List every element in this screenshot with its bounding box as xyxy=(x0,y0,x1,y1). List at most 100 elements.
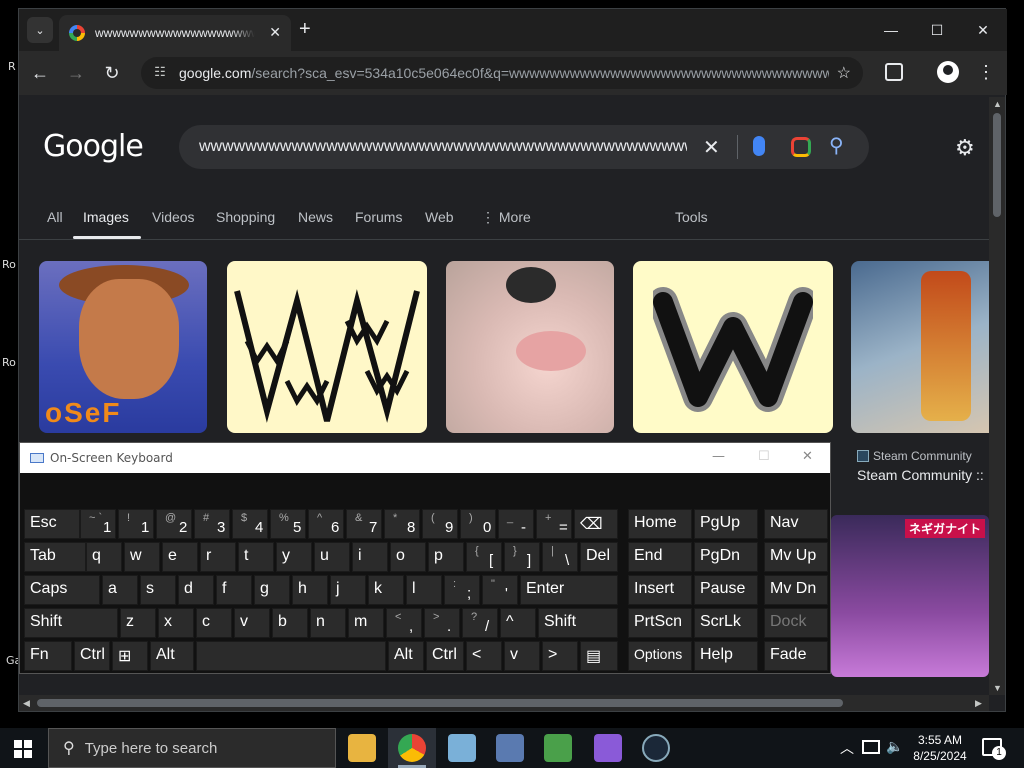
key[interactable]: " ' xyxy=(482,575,518,605)
key[interactable]: Ctrl xyxy=(426,641,464,671)
key[interactable]: r xyxy=(200,542,236,572)
key[interactable]: _ - xyxy=(498,509,534,539)
key[interactable]: #3 xyxy=(194,509,230,539)
tab-videos[interactable]: Videos xyxy=(152,209,195,225)
key[interactable]: ⊞ xyxy=(112,641,148,671)
back-icon[interactable]: ← xyxy=(27,61,53,85)
key[interactable]: Options xyxy=(628,641,692,671)
key[interactable]: o xyxy=(390,542,426,572)
taskbar-search[interactable]: ⚲ Type here to search xyxy=(48,728,336,768)
key[interactable]: {[ xyxy=(466,542,502,572)
active-tab[interactable]: wwwwwwwwwwwwwwwwwwwwwwwwwwwwwwwwwwwwww ✕ xyxy=(59,15,291,51)
scroll-left-icon[interactable]: ◀ xyxy=(23,698,30,709)
key[interactable]: ^ 6 xyxy=(308,509,344,539)
key[interactable]: @2 xyxy=(156,509,192,539)
key[interactable]: Enter xyxy=(520,575,618,605)
search-icon[interactable]: ⚲ xyxy=(829,133,844,158)
image-result[interactable]: ネギガナイト xyxy=(831,515,989,677)
tab-forums[interactable]: Forums xyxy=(355,209,402,225)
key[interactable]: ScrLk xyxy=(694,608,758,638)
clear-icon[interactable]: ✕ xyxy=(703,135,720,160)
close-window-button[interactable]: ✕ xyxy=(963,17,1003,43)
key[interactable]: d xyxy=(178,575,214,605)
key[interactable]: e xyxy=(162,542,198,572)
key[interactable]: ⌫ xyxy=(574,509,618,539)
key[interactable]: Ctrl xyxy=(74,641,110,671)
key[interactable]: l xyxy=(406,575,442,605)
key[interactable]: + = xyxy=(536,509,572,539)
tab-shopping[interactable]: Shopping xyxy=(216,209,275,225)
key[interactable]: g xyxy=(254,575,290,605)
search-box[interactable]: wwwwwwwwwwwwwwwwwwwwwwwwwwwwwwwwwwwwwwww… xyxy=(179,125,869,169)
key[interactable]: h xyxy=(292,575,328,605)
image-result[interactable]: oSeF xyxy=(39,261,207,433)
key[interactable]: <, xyxy=(386,608,422,638)
key[interactable]: $4 xyxy=(232,509,268,539)
key[interactable]: :; xyxy=(444,575,480,605)
key[interactable]: Home xyxy=(628,509,692,539)
site-info-icon[interactable]: ☷ xyxy=(151,64,169,82)
tab-web[interactable]: Web xyxy=(425,209,454,225)
key[interactable]: k xyxy=(368,575,404,605)
key[interactable]: }] xyxy=(504,542,540,572)
key[interactable]: f xyxy=(216,575,252,605)
key[interactable]: s xyxy=(140,575,176,605)
address-bar[interactable]: ☷ google.com/search?sca_esv=534a10c5e064… xyxy=(141,57,863,89)
key[interactable]: ? / xyxy=(462,608,498,638)
extensions-icon[interactable] xyxy=(885,63,903,81)
profile-icon[interactable] xyxy=(937,61,959,83)
key[interactable]: Tab xyxy=(24,542,86,572)
new-tab-button[interactable]: + xyxy=(299,19,311,39)
maximize-button[interactable]: ☐ xyxy=(917,17,957,43)
key[interactable]: & 7 xyxy=(346,509,382,539)
tools-button[interactable]: Tools xyxy=(675,209,708,225)
volume-muted-icon[interactable]: 🔈 xyxy=(886,738,903,755)
close-button[interactable]: ✕ xyxy=(802,449,813,464)
maximize-button[interactable]: ☐ xyxy=(758,449,770,464)
scrollbar-thumb[interactable] xyxy=(993,113,1001,217)
key[interactable]: j xyxy=(330,575,366,605)
key[interactable]: Mv Dn xyxy=(764,575,828,605)
key[interactable]: Dock xyxy=(764,608,828,638)
microphone-icon[interactable] xyxy=(753,136,765,156)
key[interactable]: Fn xyxy=(24,641,72,671)
clock[interactable]: 3:55 AM 8/25/2024 xyxy=(908,732,972,764)
result-source[interactable]: Steam Community xyxy=(857,449,972,463)
key[interactable]: u xyxy=(314,542,350,572)
key[interactable]: End xyxy=(628,542,692,572)
tab-images[interactable]: Images xyxy=(83,209,129,225)
key[interactable]: Alt xyxy=(150,641,194,671)
vertical-scrollbar[interactable]: ▲ ▼ xyxy=(989,97,1005,695)
scroll-down-icon[interactable]: ▼ xyxy=(993,683,1002,693)
key[interactable]: c xyxy=(196,608,232,638)
notepad-icon[interactable] xyxy=(448,734,476,762)
google-lens-icon[interactable] xyxy=(791,137,811,157)
settings-gear-icon[interactable]: ⚙ xyxy=(955,135,975,161)
bookmark-star-icon[interactable]: ☆ xyxy=(837,63,851,83)
key[interactable]: Fade xyxy=(764,641,828,671)
key[interactable]: i xyxy=(352,542,388,572)
key[interactable]: Help xyxy=(694,641,758,671)
key[interactable]: b xyxy=(272,608,308,638)
minimize-button[interactable]: — xyxy=(871,17,911,43)
image-result[interactable] xyxy=(446,261,614,433)
key[interactable]: Alt xyxy=(388,641,424,671)
google-logo[interactable]: Google xyxy=(43,129,144,164)
key[interactable]: Shift xyxy=(538,608,618,638)
windows-start-icon[interactable] xyxy=(14,740,32,758)
key[interactable]: ~ ` 1 xyxy=(80,509,116,539)
key[interactable] xyxy=(196,641,386,671)
search-input[interactable]: wwwwwwwwwwwwwwwwwwwwwwwwwwwwwwwwwwwwwwww… xyxy=(199,138,687,156)
key[interactable]: v xyxy=(504,641,540,671)
chrome-icon[interactable] xyxy=(398,734,426,762)
key[interactable]: PrtScn xyxy=(628,608,692,638)
tab-more[interactable]: ⋮ More xyxy=(481,209,531,226)
minimize-button[interactable]: — xyxy=(712,449,725,464)
key[interactable]: z xyxy=(120,608,156,638)
network-icon[interactable] xyxy=(862,740,880,754)
key[interactable]: w xyxy=(124,542,160,572)
key[interactable]: * 8 xyxy=(384,509,420,539)
key[interactable]: % 5 xyxy=(270,509,306,539)
tab-search-button[interactable]: ⌄ xyxy=(27,17,53,43)
url-text[interactable]: google.com/search?sca_esv=534a10c5e064ec… xyxy=(179,65,829,81)
